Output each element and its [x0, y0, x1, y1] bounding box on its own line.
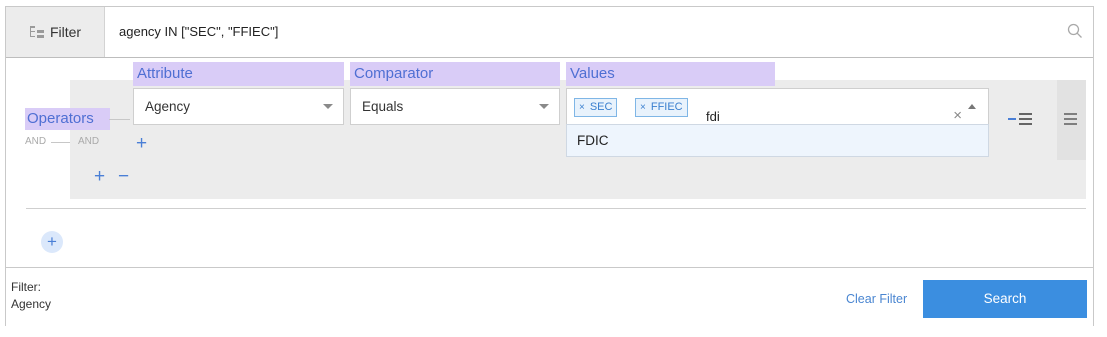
inner-operator[interactable]: AND: [78, 136, 99, 147]
search-icon[interactable]: [1067, 23, 1083, 44]
filter-summary-value: Agency: [11, 297, 52, 311]
footer-bar: Filter: Agency Clear Filter Search: [6, 267, 1093, 326]
filter-bar: Filter agency IN ["SEC", "FFIEC"]: [6, 7, 1093, 58]
attribute-value: Agency: [145, 99, 191, 114]
filter-tab[interactable]: Filter: [6, 7, 105, 57]
section-divider: [26, 208, 1086, 209]
values-multiselect[interactable]: × SEC × FFIEC fdi ×: [566, 88, 989, 125]
filter-tree-icon: [29, 25, 46, 39]
clear-filter-link[interactable]: Clear Filter: [846, 292, 907, 306]
value-tag-sec[interactable]: × SEC: [574, 98, 618, 117]
group-menu-icon[interactable]: [1064, 112, 1078, 131]
comparator-select[interactable]: Equals: [350, 88, 560, 125]
tag-label: FFIEC: [650, 101, 683, 113]
chevron-down-icon: [323, 104, 333, 109]
add-rule-button[interactable]: +: [136, 134, 147, 153]
filter-tab-label: Filter: [49, 24, 82, 40]
add-group-button[interactable]: +: [94, 167, 105, 186]
remove-tag-icon[interactable]: ×: [579, 102, 585, 113]
value-tag-ffiec[interactable]: × FFIEC: [635, 98, 688, 117]
add-root-group-button[interactable]: +: [41, 231, 63, 253]
remove-group-button[interactable]: −: [118, 167, 129, 186]
filter-summary: Filter: Agency: [11, 279, 51, 313]
operators-header: Operators: [25, 108, 110, 130]
values-header: Values: [566, 62, 775, 86]
row-connector: [109, 119, 130, 120]
filter-summary-label: Filter:: [11, 280, 41, 294]
chevron-up-icon[interactable]: [968, 104, 976, 109]
comparator-value: Equals: [362, 99, 404, 114]
outer-operator[interactable]: AND: [25, 136, 46, 147]
suggestion-option[interactable]: FDIC: [566, 124, 989, 157]
search-button[interactable]: Search: [923, 280, 1087, 318]
attribute-header: Attribute: [133, 62, 344, 86]
chevron-down-icon: [539, 104, 549, 109]
tag-label: SEC: [589, 101, 613, 113]
operator-connector: [51, 142, 70, 143]
remove-rule-icon[interactable]: [1008, 112, 1036, 131]
attribute-select[interactable]: Agency: [133, 88, 344, 125]
query-input[interactable]: agency IN ["SEC", "FFIEC"]: [119, 24, 278, 39]
comparator-header: Comparator: [350, 62, 560, 86]
remove-tag-icon[interactable]: ×: [640, 102, 646, 113]
filter-panel: Filter agency IN ["SEC", "FFIEC"] Attrib…: [5, 6, 1094, 326]
